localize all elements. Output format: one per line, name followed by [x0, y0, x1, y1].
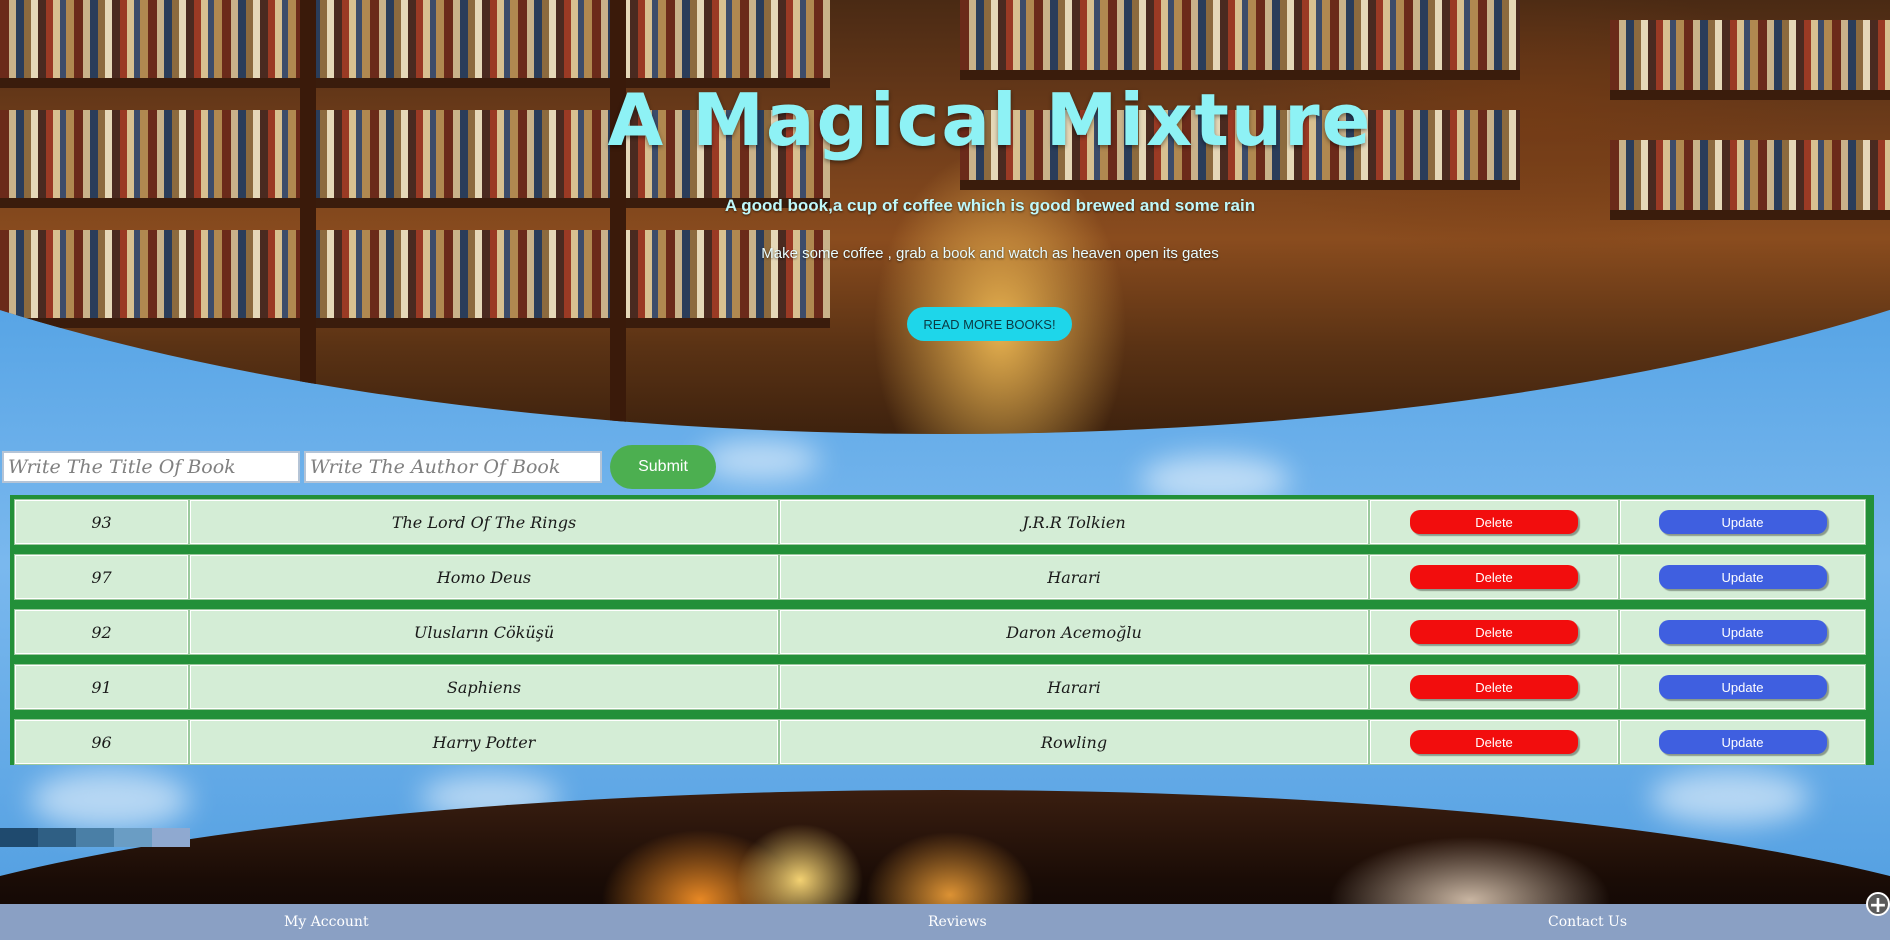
plus-icon[interactable]: +	[1866, 892, 1890, 918]
hero-subtitle: A good book,a cup of coffee which is goo…	[724, 196, 1256, 215]
shelf-frame	[610, 0, 626, 434]
table-row: 92 Ulusların Cöküşü Daron Acemoğlu Delet…	[14, 609, 1869, 655]
update-button[interactable]: Update	[1658, 510, 1827, 534]
shelf-row	[960, 0, 1520, 80]
book-title: Saphiens	[189, 664, 779, 710]
book-title: Ulusların Cöküşü	[189, 609, 779, 655]
book-id: 91	[14, 664, 189, 710]
footer-link-contact-us[interactable]: Contact Us	[1548, 914, 1627, 930]
palette-swatch	[114, 828, 152, 847]
palette-swatch	[76, 828, 114, 847]
delete-cell: Delete	[1369, 554, 1619, 600]
book-id: 93	[14, 499, 189, 545]
shelf-frame	[300, 0, 316, 434]
table-row: 96 Harry Potter Rowling Delete Update	[14, 719, 1869, 765]
book-title: Harry Potter	[189, 719, 779, 765]
delete-cell: Delete	[1369, 499, 1619, 545]
footer-link-reviews[interactable]: Reviews	[928, 914, 987, 930]
bookshelf-background	[0, 0, 830, 434]
delete-button[interactable]: Delete	[1410, 730, 1578, 754]
book-title-input[interactable]	[2, 451, 300, 483]
book-author: J.R.R Tolkien	[779, 499, 1369, 545]
book-title: Homo Deus	[189, 554, 779, 600]
color-palette	[0, 828, 190, 847]
delete-button[interactable]: Delete	[1410, 675, 1578, 699]
delete-cell: Delete	[1369, 609, 1619, 655]
table-row: 91 Saphiens Harari Delete Update	[14, 664, 1869, 710]
update-cell: Update	[1619, 554, 1866, 600]
cloud	[700, 440, 820, 480]
update-cell: Update	[1619, 664, 1866, 710]
book-title: The Lord Of The Rings	[189, 499, 779, 545]
table-row: 93 The Lord Of The Rings J.R.R Tolkien D…	[14, 499, 1869, 545]
delete-button[interactable]: Delete	[1410, 510, 1578, 534]
delete-button[interactable]: Delete	[1410, 620, 1578, 644]
shelf-row	[0, 0, 830, 88]
books-table: 93 The Lord Of The Rings J.R.R Tolkien D…	[10, 495, 1874, 765]
update-cell: Update	[1619, 499, 1866, 545]
palette-swatch	[38, 828, 76, 847]
book-author-input[interactable]	[304, 451, 602, 483]
book-id: 97	[14, 554, 189, 600]
footer-nav: My Account Reviews Contact Us	[0, 904, 1890, 940]
hero-title: A Magical Mixture	[607, 78, 1373, 162]
book-id: 96	[14, 719, 189, 765]
book-id: 92	[14, 609, 189, 655]
update-button[interactable]: Update	[1658, 565, 1827, 589]
hero-banner: A Magical Mixture A good book,a cup of c…	[0, 0, 1890, 434]
delete-cell: Delete	[1369, 719, 1619, 765]
delete-cell: Delete	[1369, 664, 1619, 710]
hero-description: Make some coffee , grab a book and watch…	[761, 245, 1219, 262]
table-row: 97 Homo Deus Harari Delete Update	[14, 554, 1869, 600]
update-button[interactable]: Update	[1658, 620, 1827, 644]
page: { "hero": { "title": "A Magical Mixture"…	[0, 0, 1890, 940]
add-book-form: Submit	[2, 442, 716, 492]
palette-swatch	[0, 828, 38, 847]
submit-button[interactable]: Submit	[610, 445, 716, 489]
cloud	[1650, 770, 1810, 825]
delete-button[interactable]: Delete	[1410, 565, 1578, 589]
footer-link-my-account[interactable]: My Account	[284, 914, 369, 930]
book-author: Harari	[779, 664, 1369, 710]
palette-swatch	[152, 828, 190, 847]
book-author: Harari	[779, 554, 1369, 600]
update-cell: Update	[1619, 719, 1866, 765]
read-more-button[interactable]: READ MORE BOOKS!	[907, 307, 1072, 341]
book-author: Rowling	[779, 719, 1369, 765]
cloud	[30, 770, 190, 830]
update-button[interactable]: Update	[1658, 730, 1827, 754]
update-cell: Update	[1619, 609, 1866, 655]
book-author: Daron Acemoğlu	[779, 609, 1369, 655]
update-button[interactable]: Update	[1658, 675, 1827, 699]
